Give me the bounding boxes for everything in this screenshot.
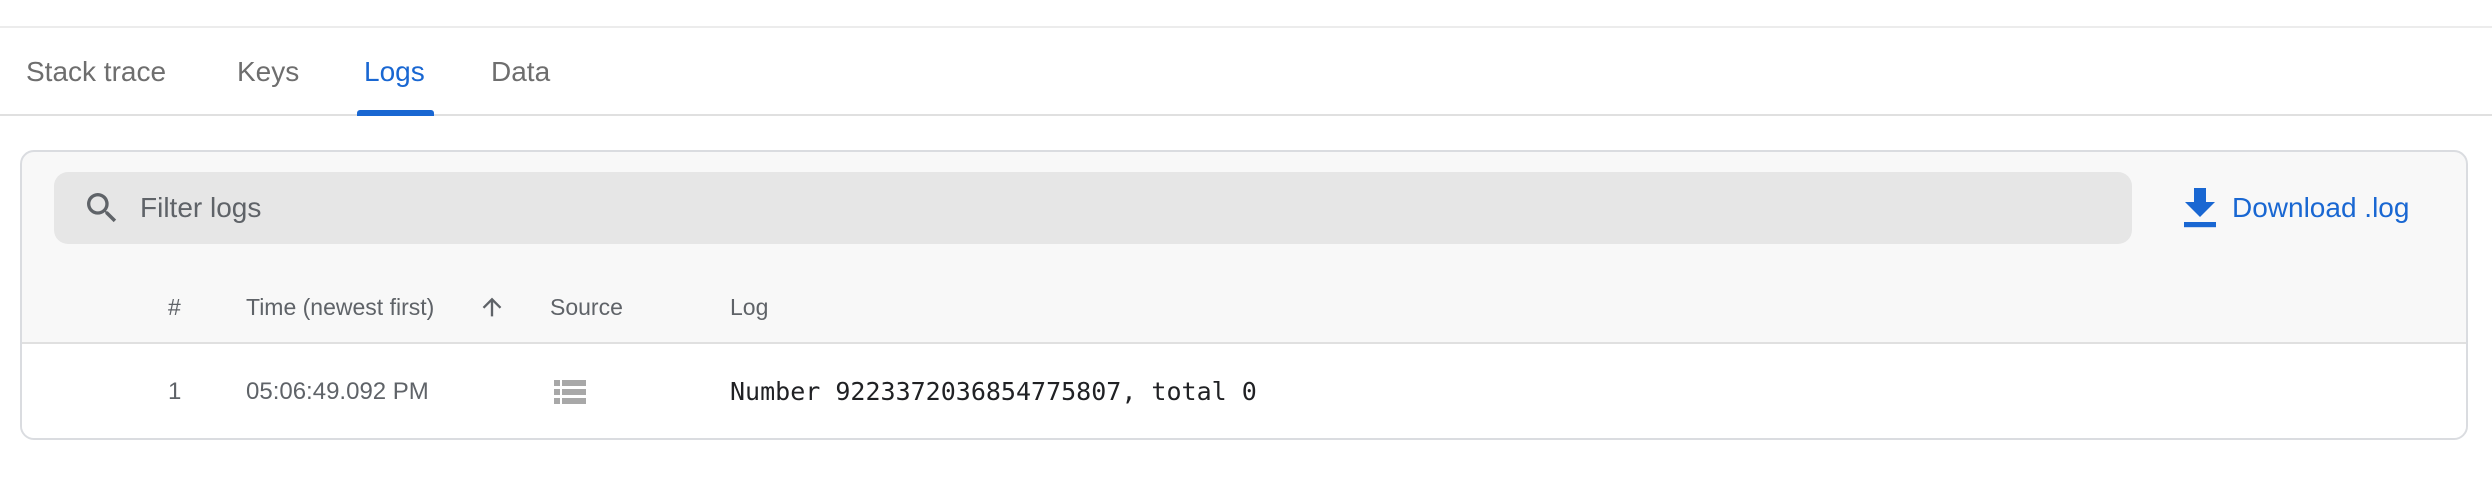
tab-data[interactable]: Data [491, 28, 550, 114]
column-header-source: Source [550, 294, 623, 320]
column-header-time[interactable]: Time (newest first) [246, 272, 434, 342]
download-icon [2184, 188, 2216, 228]
download-log-button[interactable]: Download .log [2182, 180, 2409, 236]
log-viewer: Stack trace Keys Logs Data Download .log… [0, 0, 2492, 488]
log-table-header: # Time (newest first) Source Log [22, 272, 2466, 344]
tab-keys[interactable]: Keys [237, 28, 299, 114]
row-log-message: Number 9223372036854775807, total 0 [730, 377, 1257, 406]
column-header-index: # [168, 294, 181, 320]
tab-logs[interactable]: Logs [364, 28, 425, 114]
filter-box[interactable] [54, 172, 2132, 244]
row-time: 05:06:49.092 PM [246, 378, 429, 405]
active-tab-indicator [357, 110, 434, 116]
logs-panel: Download .log # Time (newest first) Sour… [20, 150, 2468, 440]
tab-stack-trace[interactable]: Stack trace [26, 28, 166, 114]
log-table-body: 1 05:06:49.092 PM Number 922337203685477… [22, 344, 2466, 438]
tab-bar: Stack trace Keys Logs Data [0, 28, 2492, 116]
row-index: 1 [168, 378, 182, 405]
arrow-up-icon[interactable] [478, 293, 506, 321]
filter-input[interactable] [140, 172, 2100, 244]
search-icon [87, 193, 117, 223]
list-icon [554, 380, 586, 404]
column-header-log: Log [730, 294, 769, 320]
download-log-label: Download .log [2232, 192, 2410, 223]
